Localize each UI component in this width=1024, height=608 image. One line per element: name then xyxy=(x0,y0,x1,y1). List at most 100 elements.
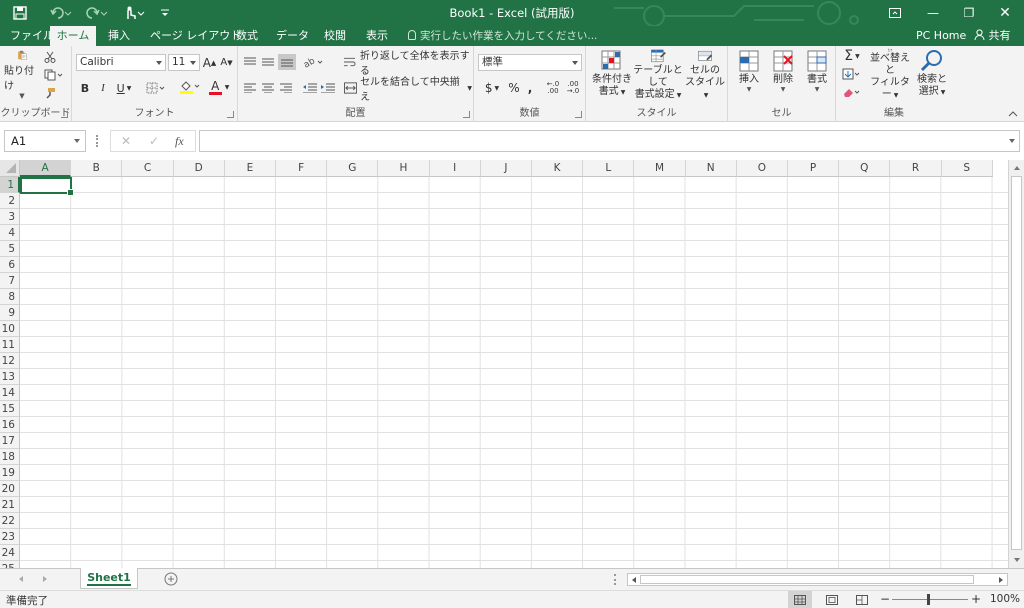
row-header-7[interactable]: 7 xyxy=(0,273,20,289)
column-header-d[interactable]: D xyxy=(173,160,225,177)
column-header-r[interactable]: R xyxy=(890,160,942,177)
horizontal-scroll-thumb[interactable] xyxy=(640,575,974,584)
bottom-align-button[interactable] xyxy=(278,54,296,70)
format-as-table-button[interactable]: テーブルとして 書式設定 ▼ xyxy=(630,48,686,102)
row-header-2[interactable]: 2 xyxy=(0,193,20,209)
middle-align-button[interactable] xyxy=(260,54,276,70)
row-header-23[interactable]: 23 xyxy=(0,529,20,545)
wrap-text-button[interactable]: 折り返して全体を表示する xyxy=(344,51,470,77)
scroll-tabs-left-icon[interactable] xyxy=(16,574,26,584)
font-size-select[interactable]: 11 xyxy=(168,54,200,71)
clear-button[interactable] xyxy=(840,84,864,100)
row-header-18[interactable]: 18 xyxy=(0,449,20,465)
cancel-entry-icon[interactable]: ✕ xyxy=(121,134,131,148)
confirm-entry-icon[interactable]: ✓ xyxy=(149,134,159,148)
clipboard-launcher-icon[interactable] xyxy=(61,111,68,118)
column-header-l[interactable]: L xyxy=(583,160,635,177)
row-header-14[interactable]: 14 xyxy=(0,385,20,401)
column-header-g[interactable]: G xyxy=(327,160,379,177)
conditional-formatting-button[interactable]: 条件付き 書式 ▼ xyxy=(590,48,634,102)
row-header-6[interactable]: 6 xyxy=(0,257,20,273)
italic-button[interactable]: I xyxy=(96,80,110,96)
row-header-25[interactable]: 25 xyxy=(0,561,20,568)
shrink-font-button[interactable]: A ▼ xyxy=(219,54,234,71)
font-name-select[interactable]: Calibri xyxy=(76,54,166,71)
cell-area[interactable] xyxy=(20,177,1008,568)
column-header-a[interactable]: A xyxy=(20,160,72,177)
redo-button[interactable] xyxy=(82,0,112,26)
scroll-down-icon[interactable] xyxy=(1010,553,1024,567)
undo-button[interactable] xyxy=(46,0,76,26)
fill-button[interactable] xyxy=(840,66,864,82)
column-header-f[interactable]: F xyxy=(276,160,328,177)
row-header-17[interactable]: 17 xyxy=(0,433,20,449)
scroll-left-icon[interactable] xyxy=(629,575,639,585)
align-center-button[interactable] xyxy=(260,80,276,96)
format-painter-button[interactable] xyxy=(42,86,58,100)
format-cells-button[interactable]: 書式 ▼ xyxy=(800,48,834,102)
row-header-24[interactable]: 24 xyxy=(0,545,20,561)
fill-color-button[interactable] xyxy=(178,78,202,96)
row-header-19[interactable]: 19 xyxy=(0,465,20,481)
row-header-15[interactable]: 15 xyxy=(0,401,20,417)
row-header-1[interactable]: 1 xyxy=(0,177,20,193)
touch-mode-button[interactable] xyxy=(120,0,148,26)
column-header-c[interactable]: C xyxy=(122,160,174,177)
save-button[interactable] xyxy=(8,0,32,26)
find-select-button[interactable]: 検索と 選択 ▼ xyxy=(914,48,950,102)
row-header-16[interactable]: 16 xyxy=(0,417,20,433)
zoom-in-button[interactable]: + xyxy=(971,592,981,606)
cut-button[interactable] xyxy=(42,50,58,64)
column-header-h[interactable]: H xyxy=(378,160,430,177)
cell-styles-button[interactable]: セルの スタイル ▼ xyxy=(684,48,726,102)
row-header-10[interactable]: 10 xyxy=(0,321,20,337)
restore-button[interactable]: ❐ xyxy=(952,0,986,26)
tell-me-box[interactable]: 実行したい作業を入力してください... xyxy=(408,26,597,46)
row-header-3[interactable]: 3 xyxy=(0,209,20,225)
sheet-tab-sheet1[interactable]: Sheet1 xyxy=(80,568,138,589)
column-header-q[interactable]: Q xyxy=(839,160,891,177)
close-button[interactable]: ✕ xyxy=(988,0,1022,26)
column-header-m[interactable]: M xyxy=(634,160,686,177)
decrease-indent-button[interactable] xyxy=(302,80,318,96)
name-box[interactable]: A1 xyxy=(4,130,86,152)
expand-formula-icon[interactable] xyxy=(1009,139,1015,143)
insert-function-icon[interactable]: fx xyxy=(175,134,184,149)
tab-view[interactable]: 表示 xyxy=(360,26,394,46)
zoom-out-button[interactable]: − xyxy=(880,592,890,606)
tab-formulas[interactable]: 数式 xyxy=(230,26,264,46)
column-header-j[interactable]: J xyxy=(480,160,532,177)
horizontal-scrollbar[interactable] xyxy=(627,573,1008,586)
grow-font-button[interactable]: A ▲ xyxy=(202,54,217,71)
select-all-corner[interactable] xyxy=(0,160,20,177)
account-name[interactable]: PC Home xyxy=(916,26,966,46)
row-header-21[interactable]: 21 xyxy=(0,497,20,513)
column-header-i[interactable]: I xyxy=(429,160,481,177)
tab-split-grip-icon[interactable] xyxy=(614,574,616,585)
row-header-13[interactable]: 13 xyxy=(0,369,20,385)
align-left-button[interactable] xyxy=(242,80,258,96)
font-launcher-icon[interactable] xyxy=(227,111,234,118)
comma-style-button[interactable]: , xyxy=(524,80,536,96)
align-right-button[interactable] xyxy=(278,80,294,96)
row-header-22[interactable]: 22 xyxy=(0,513,20,529)
merge-center-button[interactable]: セルを結合して中央揃え ▼ xyxy=(344,77,472,103)
share-button[interactable]: 共有 xyxy=(974,26,1011,46)
alignment-launcher-icon[interactable] xyxy=(463,111,470,118)
underline-button[interactable]: U ▼ xyxy=(113,80,135,96)
bold-button[interactable]: B xyxy=(78,80,92,96)
worksheet-grid[interactable]: ABCDEFGHIJKLMNOPQRS 1 2 3 4 5 6 7 8 9 10 11 12 13 14 1… xyxy=(0,160,1008,568)
collapse-ribbon-button[interactable] xyxy=(1006,108,1020,120)
column-header-o[interactable]: O xyxy=(736,160,788,177)
page-layout-view-button[interactable] xyxy=(822,591,842,608)
autosum-button[interactable]: Σ ▼ xyxy=(840,48,864,64)
percent-style-button[interactable]: % xyxy=(506,80,522,96)
minimize-button[interactable]: — xyxy=(916,0,950,26)
vertical-scrollbar[interactable] xyxy=(1008,160,1024,568)
zoom-slider[interactable] xyxy=(892,594,968,605)
column-header-s[interactable]: S xyxy=(941,160,993,177)
row-header-4[interactable]: 4 xyxy=(0,225,20,241)
customize-quick-access-button[interactable] xyxy=(156,0,174,26)
normal-view-button[interactable] xyxy=(788,591,812,608)
tab-insert[interactable]: 挿入 xyxy=(102,26,136,46)
